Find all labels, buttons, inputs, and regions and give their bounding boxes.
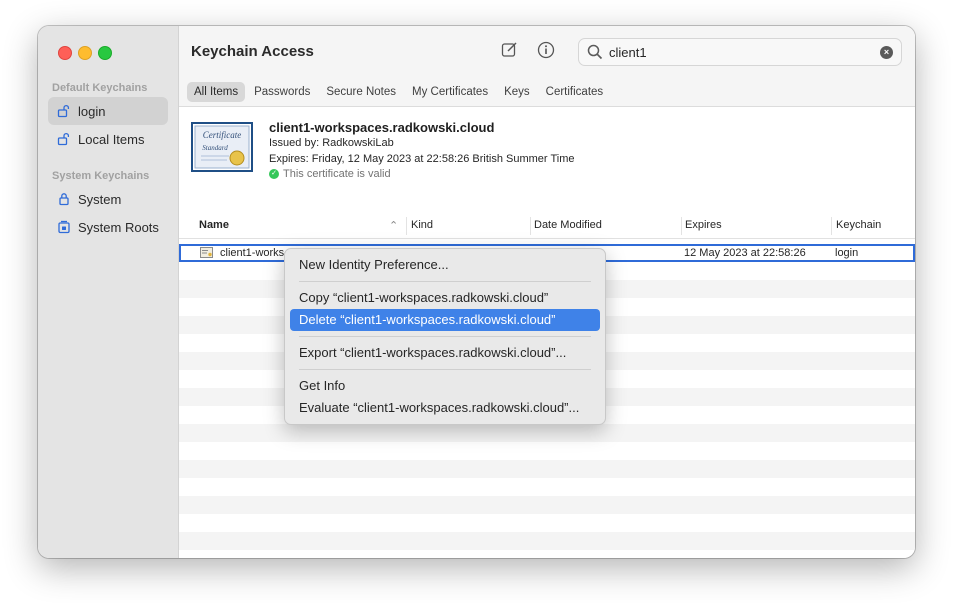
new-item-button[interactable]: [497, 41, 521, 63]
tab-certificates[interactable]: Certificates: [539, 82, 611, 102]
empty-row: [179, 460, 915, 478]
menu-separator: [299, 281, 591, 282]
certificate-name: client1-workspaces.radkowski.cloud: [269, 120, 495, 135]
certificate-badge-title: Certificate: [203, 130, 242, 140]
empty-row: [179, 442, 915, 460]
sidebar-item-label: System: [78, 191, 122, 207]
tab-keys[interactable]: Keys: [497, 82, 537, 102]
search-icon: [587, 44, 603, 65]
unlocked-padlock-icon: [56, 131, 72, 147]
search-input[interactable]: [609, 43, 869, 61]
valid-check-icon: ✓: [269, 169, 279, 179]
menu-item-new-identity-preference[interactable]: New Identity Preference...: [290, 254, 600, 276]
row-expires: 12 May 2023 at 22:58:26: [684, 247, 806, 259]
sidebar-section-system-keychains: System Keychains: [52, 170, 150, 182]
empty-row: [179, 424, 915, 442]
get-info-button[interactable]: [534, 41, 558, 63]
column-divider[interactable]: [681, 217, 682, 235]
column-divider[interactable]: [530, 217, 531, 235]
empty-row: [179, 496, 915, 514]
clear-search-icon[interactable]: ×: [880, 46, 893, 59]
certificate-issuer: Issued by: RadkowskiLab: [269, 137, 394, 149]
tab-secure-notes[interactable]: Secure Notes: [319, 82, 403, 102]
tab-all-items[interactable]: All Items: [187, 82, 246, 102]
search-field[interactable]: ×: [578, 38, 902, 66]
table-header: Name ⌃ Kind Date Modified Expires Keycha…: [179, 214, 915, 239]
sidebar-item-label: Local Items: [78, 131, 145, 147]
certificate-badge-subtitle: Standard: [202, 144, 228, 152]
info-icon: [537, 41, 555, 64]
menu-separator: [299, 336, 591, 337]
toolbar: Keychain Access × All Items: [179, 26, 915, 107]
menu-item-get-info[interactable]: Get Info: [290, 375, 600, 397]
menu-item-evaluate[interactable]: Evaluate “client1-workspaces.radkowski.c…: [290, 397, 600, 419]
compose-icon: [501, 41, 518, 63]
sidebar-section-default-keychains: Default Keychains: [52, 82, 148, 94]
close-window-button[interactable]: [58, 46, 72, 60]
row-keychain: login: [835, 247, 859, 259]
tab-my-certificates[interactable]: My Certificates: [405, 82, 495, 102]
sidebar-item-local-items[interactable]: Local Items: [48, 125, 168, 153]
column-divider[interactable]: [831, 217, 832, 235]
sidebar-item-label: System Roots: [78, 219, 159, 235]
category-tabs: All Items Passwords Secure Notes My Cert…: [187, 82, 612, 102]
tab-passwords[interactable]: Passwords: [247, 82, 317, 102]
window-title: Keychain Access: [191, 43, 314, 60]
menu-item-copy[interactable]: Copy “client1-workspaces.radkowski.cloud…: [290, 287, 600, 309]
certificate-small-icon: [200, 247, 213, 261]
certificate-status: ✓ This certificate is valid: [269, 168, 391, 180]
empty-row: [179, 514, 915, 532]
cabinet-lock-icon: [56, 219, 72, 235]
empty-row: [179, 532, 915, 550]
context-menu: New Identity Preference... Copy “client1…: [284, 248, 606, 425]
sort-chevron-up-icon[interactable]: ⌃: [389, 219, 398, 232]
menu-item-export[interactable]: Export “client1-workspaces.radkowski.clo…: [290, 342, 600, 364]
sidebar-item-label: login: [78, 103, 106, 119]
locked-padlock-icon: [56, 191, 72, 207]
column-header-expires[interactable]: Expires: [685, 219, 722, 231]
sidebar: Default Keychains login Local Items Syst…: [38, 26, 179, 558]
column-divider[interactable]: [406, 217, 407, 235]
certificate-expiry: Expires: Friday, 12 May 2023 at 22:58:26…: [269, 153, 575, 165]
sidebar-item-system[interactable]: System: [48, 185, 168, 213]
column-header-date-modified[interactable]: Date Modified: [534, 219, 602, 231]
zoom-window-button[interactable]: [98, 46, 112, 60]
menu-separator: [299, 369, 591, 370]
sidebar-item-system-roots[interactable]: System Roots: [48, 213, 168, 241]
column-header-keychain[interactable]: Keychain: [836, 219, 881, 231]
unlocked-padlock-icon: [56, 103, 72, 119]
row-name: client1-works: [220, 247, 285, 259]
column-header-name[interactable]: Name: [199, 219, 229, 231]
menu-item-delete[interactable]: Delete “client1-workspaces.radkowski.clo…: [290, 309, 600, 331]
minimize-window-button[interactable]: [78, 46, 92, 60]
column-header-kind[interactable]: Kind: [411, 219, 433, 231]
certificate-badge-icon: Certificate Standard: [191, 122, 253, 172]
sidebar-item-login[interactable]: login: [48, 97, 168, 125]
certificate-status-text: This certificate is valid: [283, 168, 391, 180]
empty-row: [179, 478, 915, 496]
